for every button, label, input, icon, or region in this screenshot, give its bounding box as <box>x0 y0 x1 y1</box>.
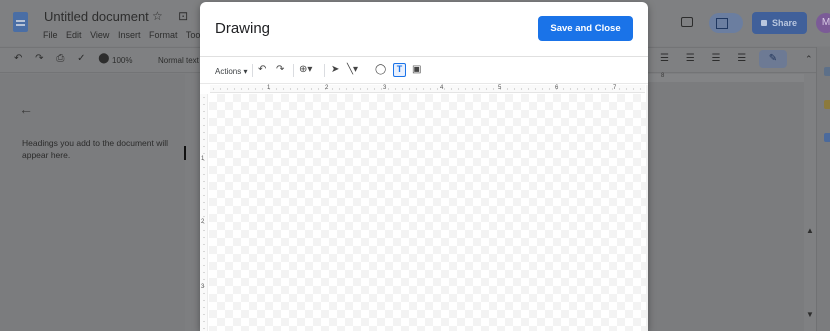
editing-mode-pen-icon: ✎ <box>759 50 787 68</box>
chevron-up-icon: ⌃ <box>805 54 813 64</box>
save-and-close-button[interactable]: Save and Close <box>538 16 633 41</box>
ruler-number: 4 <box>440 85 444 91</box>
menu-edit: Edit <box>66 30 82 40</box>
dialog-title: Drawing <box>215 20 271 37</box>
ruler-number: 3 <box>383 85 387 91</box>
toolbar-separator <box>293 64 294 77</box>
tasks-icon <box>824 133 830 142</box>
share-button: Share <box>752 12 807 34</box>
docs-logo-icon <box>13 12 28 32</box>
outline-hint-text: Headings you add to the document will ap… <box>22 138 169 160</box>
document-scrollbar <box>804 74 816 331</box>
document-ruler <box>646 74 804 82</box>
horizontal-ruler: 1 2 3 4 5 6 7 <box>210 85 645 93</box>
document-title: Untitled document <box>44 9 149 24</box>
redo-icon[interactable]: ↷ <box>276 64 284 76</box>
dialog-scrollbar[interactable] <box>646 85 648 331</box>
ruler-number: 2 <box>201 219 205 225</box>
vertical-ruler: 1 2 3 <box>200 94 208 331</box>
image-icon[interactable]: ▣ <box>412 64 421 76</box>
ruler-number: 3 <box>201 284 205 290</box>
text-cursor <box>184 146 186 160</box>
divider <box>200 83 648 84</box>
zoom-select: 100% <box>112 56 133 65</box>
menu-format: Format <box>148 30 178 40</box>
menu-tools: Too <box>185 30 201 40</box>
text-box-icon[interactable]: T <box>393 63 406 77</box>
toolbar-edit-icons: ↶ ↷ ⎙ ✓ ⬤ <box>14 53 115 64</box>
scroll-up-icon: ▲ <box>806 226 814 235</box>
menu-file: File <box>43 30 58 40</box>
actions-menu[interactable]: Actions ▾ <box>215 66 247 78</box>
menu-insert: Insert <box>117 30 141 40</box>
ruler-number: 6 <box>555 85 559 91</box>
avatar: M <box>816 13 830 33</box>
undo-icon[interactable]: ↶ <box>258 64 266 76</box>
menu-view: View <box>90 30 110 40</box>
menu-bar: File Edit View Insert Format Too <box>43 30 206 40</box>
zoom-icon[interactable]: ⊕▾ <box>299 64 312 76</box>
shape-icon[interactable]: ◯ <box>375 64 386 76</box>
ruler-number: 8 <box>661 73 665 79</box>
ruler-number: 1 <box>267 85 271 91</box>
document-margin-right <box>646 74 804 331</box>
side-panel-strip <box>816 47 830 331</box>
back-arrow-icon: ← <box>19 101 33 117</box>
scroll-down-icon: ▼ <box>806 310 814 319</box>
drawing-toolbar: Actions ▾ ↶ ↷ ⊕▾ ➤ ╲▾ ◯ T ▣ <box>200 59 648 81</box>
ruler-number: 2 <box>325 85 329 91</box>
toolbar-separator <box>324 64 325 77</box>
ruler-number: 1 <box>201 156 205 162</box>
present-button <box>709 13 743 33</box>
ruler-number: 5 <box>498 85 502 91</box>
comment-history-icon <box>681 17 693 27</box>
drawing-dialog: Drawing Save and Close Actions ▾ ↶ ↷ ⊕▾ … <box>200 2 648 331</box>
divider <box>200 56 648 57</box>
ruler-number: 7 <box>613 85 617 91</box>
calendar-icon <box>824 67 830 76</box>
drawing-canvas[interactable] <box>209 94 646 331</box>
select-arrow-icon[interactable]: ➤ <box>331 64 339 76</box>
line-tool-icon[interactable]: ╲▾ <box>347 64 358 76</box>
paragraph-style-select: Normal text <box>158 56 199 65</box>
toolbar-separator <box>252 64 253 77</box>
keep-icon <box>824 100 830 109</box>
